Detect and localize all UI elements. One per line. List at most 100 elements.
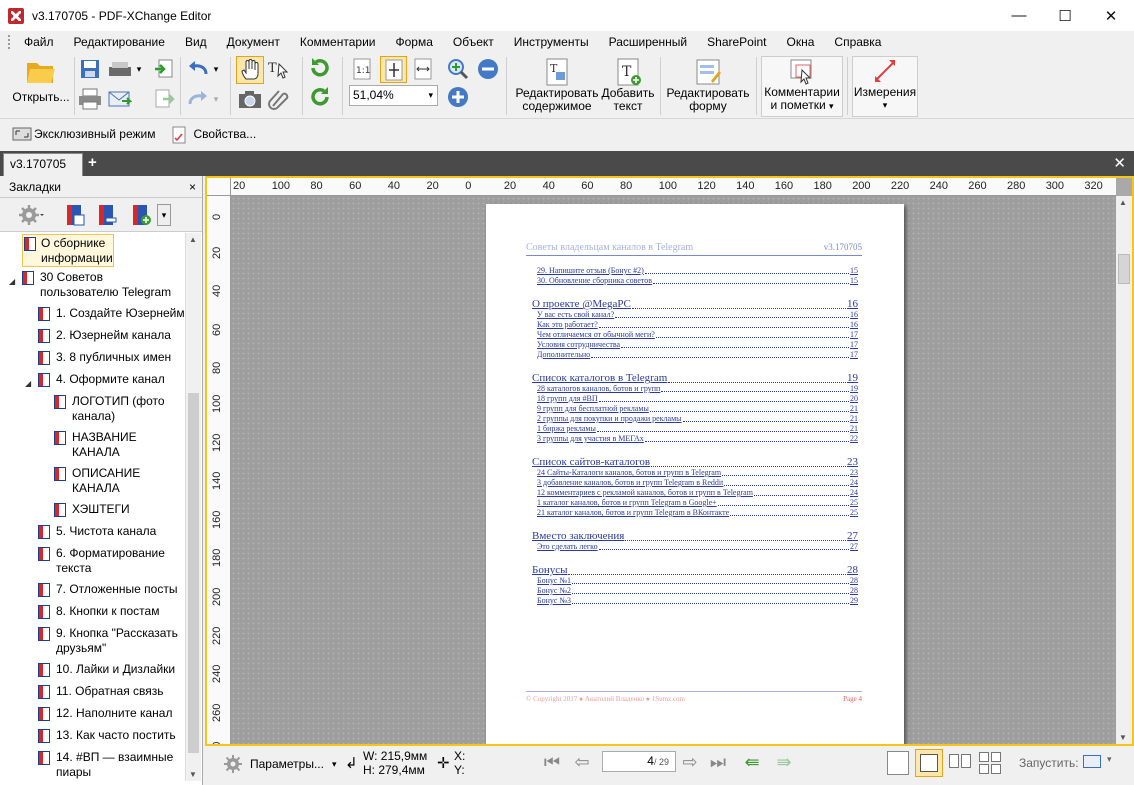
delete-bookmark-button[interactable]: [96, 204, 118, 229]
expanded-triangle-icon[interactable]: ◢: [9, 274, 15, 289]
bookmark-menu-dropdown[interactable]: ▾: [157, 204, 171, 226]
redo-dropdown[interactable]: ▾: [210, 87, 222, 111]
toc-entry-link[interactable]: 21 каталог каналов, ботов и групп Telegr…: [537, 508, 858, 518]
toc-entry-link[interactable]: Условия сотрудничества 17: [537, 340, 858, 350]
menu-sharepoint[interactable]: SharePoint: [697, 31, 776, 53]
snapshot-button[interactable]: [238, 87, 262, 111]
run-target-button[interactable]: [1083, 755, 1101, 768]
edit-content-button[interactable]: T Редактировать содержимое: [514, 57, 600, 113]
menu-form[interactable]: Форма: [385, 31, 442, 53]
toc-entry-link[interactable]: Бонус №3 29: [537, 596, 858, 606]
toc-entry-link[interactable]: 1 биржа рекламы 21: [537, 424, 858, 434]
bookmark-item[interactable]: ХЭШТЕГИ: [54, 502, 184, 520]
toc-entry-link[interactable]: 18 групп для #ВП 20: [537, 394, 858, 404]
menu-view[interactable]: Вид: [175, 31, 217, 53]
bookmarks-scrollbar[interactable]: ▲ ▼: [185, 233, 201, 781]
menu-file[interactable]: Файл: [16, 31, 64, 53]
menu-object[interactable]: Объект: [443, 31, 504, 53]
add-child-bookmark-button[interactable]: [130, 204, 152, 229]
tab-document[interactable]: v3.170705: [3, 153, 83, 176]
menu-edit[interactable]: Редактирование: [64, 31, 175, 53]
close-tab-button[interactable]: ✕: [1113, 154, 1126, 172]
chevron-down-icon[interactable]: ▾: [428, 86, 433, 105]
comments-markup-button[interactable]: Комментарии и пометки ▾: [761, 56, 843, 117]
bookmark-item[interactable]: НАЗВАНИЕ КАНАЛА: [54, 430, 184, 462]
close-button[interactable]: ✕: [1088, 0, 1134, 31]
next-page-button[interactable]: ⇨: [679, 752, 701, 772]
bookmark-item[interactable]: ЛОГОТИП (фото канала): [54, 394, 184, 426]
toc-entry-link[interactable]: 3 группы для участия в МЕГАх 22: [537, 434, 858, 444]
toc-entry-link[interactable]: Как это работает? 16: [537, 320, 858, 330]
measure-button[interactable]: Измерения ▾: [852, 56, 918, 117]
fit-width-button[interactable]: [411, 57, 435, 81]
bookmark-item[interactable]: 5. Чистота канала: [38, 524, 186, 542]
new-bookmark-button[interactable]: [64, 204, 86, 229]
bookmark-item[interactable]: 9. Кнопка "Рассказать друзьям": [38, 626, 186, 658]
maximize-button[interactable]: ☐: [1042, 0, 1088, 31]
document-scroll-thumb[interactable]: [1118, 254, 1130, 284]
scroll-down-icon[interactable]: ▼: [189, 770, 197, 779]
view-options-button[interactable]: Параметры... ▾: [223, 754, 337, 774]
next-view-button[interactable]: ⇛: [773, 752, 795, 772]
print-button[interactable]: [78, 87, 102, 111]
add-text-button[interactable]: T Добавить текст: [600, 57, 656, 113]
menu-document[interactable]: Документ: [217, 31, 290, 53]
run-dropdown[interactable]: ▾: [1107, 754, 1112, 765]
bookmark-item[interactable]: О сборнике информации: [22, 234, 114, 267]
toc-entry-link[interactable]: 24 Сайты-Каталоги каналов, ботов и групп…: [537, 468, 858, 478]
bookmarks-close-button[interactable]: ×: [189, 176, 196, 198]
redo-button[interactable]: [186, 87, 210, 111]
zoom-plus-button[interactable]: [446, 85, 470, 109]
page-canvas[interactable]: Советы владельцам каналов в Telegram v3.…: [231, 196, 1116, 744]
undo-dropdown[interactable]: ▾: [210, 57, 222, 81]
toc-entry-link[interactable]: 9 групп для бесплатной рекламы 21: [537, 404, 858, 414]
bookmark-item[interactable]: ОПИСАНИЕ КАНАЛА: [54, 466, 184, 498]
toc-entry-link[interactable]: У вас есть свой канал? 16: [537, 310, 858, 320]
undo-button[interactable]: [186, 57, 210, 81]
toc-entry-link[interactable]: 3 добавление каналов, ботов и групп Tele…: [537, 478, 858, 488]
toc-entry-link[interactable]: Бонус №1 28: [537, 576, 858, 586]
single-page-view-button[interactable]: [887, 751, 909, 775]
zoom-in-button[interactable]: [446, 57, 470, 81]
properties-button[interactable]: Свойства...: [171, 126, 256, 144]
hand-tool-button[interactable]: [236, 56, 264, 84]
email-button[interactable]: [108, 87, 132, 111]
rotate-cw-button[interactable]: [308, 56, 332, 80]
toc-entry-link[interactable]: Чем отличаемся от обычной меги? 17: [537, 330, 858, 340]
bookmarks-scroll-thumb[interactable]: [188, 393, 199, 753]
menu-help[interactable]: Справка: [824, 31, 891, 53]
actual-size-button[interactable]: 1:1: [350, 57, 374, 81]
toc-entry-link[interactable]: 2 группы для покупки и продажи рекламы 21: [537, 414, 858, 424]
menu-comments[interactable]: Комментарии: [290, 31, 386, 53]
rotate-ccw-button[interactable]: [308, 85, 332, 109]
toc-entry-link[interactable]: Это сделать легко 27: [537, 542, 858, 552]
bookmark-item[interactable]: 13. Как часто постить: [38, 728, 186, 746]
scan-button[interactable]: [108, 57, 132, 81]
bookmark-item[interactable]: 2. Юзернейм канала: [38, 328, 186, 346]
toc-entry-link[interactable]: 28 каталогов каналов, ботов и групп 19: [537, 384, 858, 394]
menu-windows[interactable]: Окна: [777, 31, 825, 53]
toc-entry-link[interactable]: 1 каталог каналов, ботов и групп Telegra…: [537, 498, 858, 508]
scroll-up-icon[interactable]: ▲: [1119, 198, 1127, 207]
edit-form-button[interactable]: Редактировать форму: [664, 57, 752, 113]
bookmark-item[interactable]: 10. Лайки и Дизлайки: [38, 662, 186, 680]
export-button[interactable]: [152, 87, 176, 111]
toc-entry-link[interactable]: Бонус №2 28: [537, 586, 858, 596]
menu-advanced[interactable]: Расширенный: [599, 31, 698, 53]
scroll-up-icon[interactable]: ▲: [189, 235, 197, 244]
zoom-field[interactable]: 51,04% ▾: [349, 85, 438, 106]
fit-page-button[interactable]: [380, 56, 407, 83]
bookmark-item[interactable]: 8. Кнопки к постам: [38, 604, 186, 622]
bookmark-item[interactable]: 14. #ВП — взаимные пиары: [38, 750, 186, 781]
new-tab-button[interactable]: +: [88, 154, 97, 171]
bookmark-options-button[interactable]: [18, 204, 44, 229]
import-button[interactable]: [152, 57, 176, 81]
continuous-view-button[interactable]: [915, 749, 943, 777]
page-number-field[interactable]: 4/ 29: [602, 751, 676, 772]
facing-continuous-view-button[interactable]: [979, 752, 1001, 774]
exclusive-mode-button[interactable]: Эксклюзивный режим: [12, 126, 155, 142]
bookmark-item[interactable]: 12. Наполните канал: [38, 706, 186, 724]
first-page-button[interactable]: ⏮: [541, 752, 563, 772]
toc-entry-link[interactable]: Дополнительно 17: [537, 350, 858, 360]
toc-entry-link[interactable]: 12 комментариев с рекламой каналов, бото…: [537, 488, 858, 498]
